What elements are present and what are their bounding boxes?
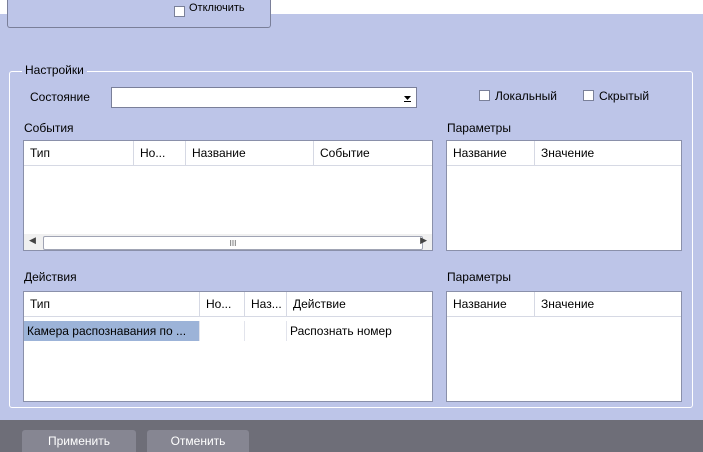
actions-table-header: Тип Но... Наз... Действие	[24, 292, 432, 317]
table-row[interactable]: Камера распознавания по ... Распознать н…	[24, 321, 432, 341]
disable-label: Отключить	[189, 2, 245, 14]
disable-checkbox[interactable]	[174, 6, 185, 17]
column-header[interactable]: Но...	[200, 292, 245, 316]
events-horizontal-scrollbar[interactable]: ◀ III ▶	[24, 234, 432, 250]
state-combobox[interactable]	[111, 87, 417, 108]
column-header[interactable]: Значение	[535, 292, 681, 316]
column-header[interactable]: Название	[447, 292, 535, 316]
hidden-checkbox[interactable]	[583, 90, 594, 101]
column-header[interactable]: Наз...	[245, 292, 287, 316]
event-params-table[interactable]: Название Значение	[446, 140, 682, 251]
local-checkbox[interactable]	[479, 90, 490, 101]
column-header[interactable]: Тип	[24, 292, 200, 316]
apply-button[interactable]: Применить	[22, 430, 136, 452]
scroll-left-icon[interactable]: ◀	[29, 235, 36, 246]
action-params-label: Параметры	[447, 270, 511, 284]
table-cell: Камера распознавания по ...	[24, 321, 200, 341]
action-params-header: Название Значение	[447, 292, 681, 317]
column-header[interactable]: Значение	[535, 141, 681, 165]
scroll-right-icon[interactable]: ▶	[420, 235, 427, 246]
scrollbar-thumb[interactable]: III	[43, 236, 423, 250]
event-params-label: Параметры	[447, 121, 511, 135]
events-label: События	[24, 121, 74, 135]
column-header[interactable]: Тип	[24, 141, 134, 165]
actions-table[interactable]: Тип Но... Наз... Действие Камера распозн…	[23, 291, 433, 402]
table-cell	[245, 321, 287, 341]
hidden-label: Скрытый	[599, 89, 650, 103]
cancel-button[interactable]: Отменить	[147, 430, 249, 452]
column-header[interactable]: Событие	[314, 141, 432, 165]
action-params-table[interactable]: Название Значение	[446, 291, 682, 402]
chevron-down-icon[interactable]	[401, 91, 414, 104]
column-header[interactable]: Название	[186, 141, 314, 165]
column-header[interactable]: Действие	[287, 292, 432, 316]
scroll-grip: III	[229, 239, 237, 248]
events-table-header: Тип Но... Название Событие	[24, 141, 432, 166]
actions-label: Действия	[24, 270, 77, 284]
settings-group-label: Настройки	[22, 63, 87, 77]
top-panel: Отключить	[7, 0, 271, 28]
state-label: Состояние	[30, 90, 90, 104]
top-right-field	[625, 0, 691, 14]
table-cell	[200, 321, 245, 341]
local-label: Локальный	[495, 89, 557, 103]
table-cell: Распознать номер	[290, 324, 392, 338]
event-params-header: Название Значение	[447, 141, 681, 166]
column-header[interactable]: Название	[447, 141, 535, 165]
events-table[interactable]: Тип Но... Название Событие ◀ III ▶	[23, 140, 433, 251]
column-header[interactable]: Но...	[134, 141, 186, 165]
